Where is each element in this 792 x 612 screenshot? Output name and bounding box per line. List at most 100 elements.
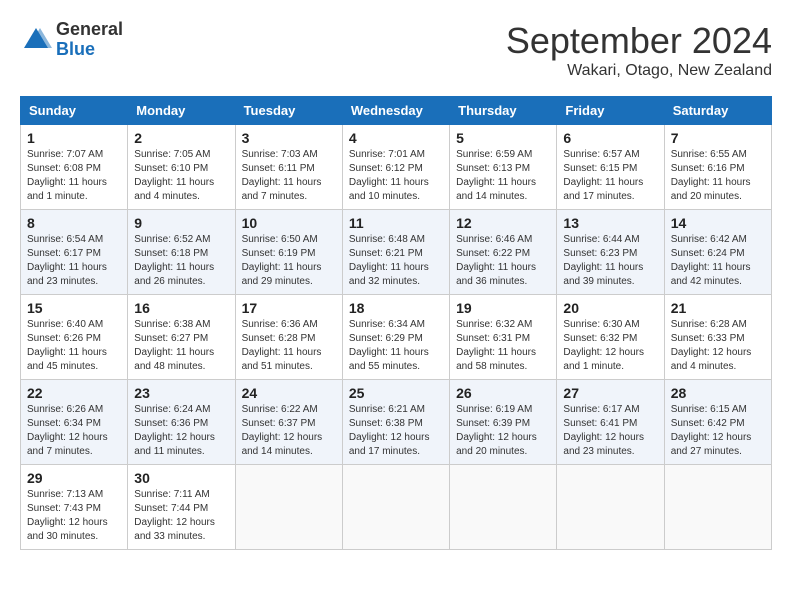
day-info: Sunrise: 7:05 AM Sunset: 6:10 PM Dayligh… [134,148,228,204]
calendar-week-row: 22 Sunrise: 6:26 AM Sunset: 6:34 PM Dayli… [21,380,772,465]
location-title: Wakari, Otago, New Zealand [506,62,772,80]
calendar-cell: 18 Sunrise: 6:34 AM Sunset: 6:29 PM Dayli… [342,295,449,380]
day-info: Sunrise: 6:54 AM Sunset: 6:17 PM Dayligh… [27,233,121,289]
calendar-cell: 30Sunrise: 7:11 AM Sunset: 7:44 PM Dayli… [128,465,235,550]
calendar-cell: 15 Sunrise: 6:40 AM Sunset: 6:26 PM Dayli… [21,295,128,380]
calendar-cell [557,465,664,550]
calendar-cell [450,465,557,550]
day-number: 7 [671,130,765,146]
logo-general-text: General [56,20,123,40]
logo: General Blue [20,20,123,60]
calendar-table: SundayMondayTuesdayWednesdayThursdayFrid… [20,96,772,550]
day-number: 20 [563,300,657,316]
calendar-cell: 21 Sunrise: 6:28 AM Sunset: 6:33 PM Dayli… [664,295,771,380]
calendar-week-row: 29 Sunrise: 7:13 AM Sunset: 7:43 PM Dayli… [21,465,772,550]
calendar-cell: 8 Sunrise: 6:54 AM Sunset: 6:17 PM Daylig… [21,210,128,295]
day-info: Sunrise: 6:59 AM Sunset: 6:13 PM Dayligh… [456,148,550,204]
weekday-header-thursday: Thursday [450,97,557,125]
calendar-cell [235,465,342,550]
day-info: Sunrise: 7:03 AM Sunset: 6:11 PM Dayligh… [242,148,336,204]
day-info: Sunrise: 6:40 AM Sunset: 6:26 PM Dayligh… [27,318,121,374]
calendar-week-row: 1Sunrise: 7:07 AM Sunset: 6:08 PM Daylig… [21,125,772,210]
day-info: Sunrise: 6:46 AM Sunset: 6:22 PM Dayligh… [456,233,550,289]
day-info: Sunrise: 7:13 AM Sunset: 7:43 PM Dayligh… [27,488,121,544]
logo-blue-text: Blue [56,40,123,60]
calendar-cell: 12Sunrise: 6:46 AM Sunset: 6:22 PM Dayli… [450,210,557,295]
day-number: 15 [27,300,121,316]
calendar-cell: 28 Sunrise: 6:15 AM Sunset: 6:42 PM Dayli… [664,380,771,465]
day-number: 8 [27,215,121,231]
calendar-cell [342,465,449,550]
calendar-week-row: 8 Sunrise: 6:54 AM Sunset: 6:17 PM Daylig… [21,210,772,295]
day-number: 16 [134,300,228,316]
day-number: 18 [349,300,443,316]
calendar-cell: 11 Sunrise: 6:48 AM Sunset: 6:21 PM Dayli… [342,210,449,295]
day-number: 30 [134,470,228,486]
day-info: Sunrise: 6:24 AM Sunset: 6:36 PM Dayligh… [134,403,228,459]
calendar-cell: 19Sunrise: 6:32 AM Sunset: 6:31 PM Dayli… [450,295,557,380]
day-number: 26 [456,385,550,401]
day-number: 23 [134,385,228,401]
day-info: Sunrise: 6:28 AM Sunset: 6:33 PM Dayligh… [671,318,765,374]
calendar-cell [664,465,771,550]
calendar-cell: 26 Sunrise: 6:19 AM Sunset: 6:39 PM Dayli… [450,380,557,465]
day-number: 29 [27,470,121,486]
calendar-cell: 2 Sunrise: 7:05 AM Sunset: 6:10 PM Daylig… [128,125,235,210]
weekday-header-monday: Monday [128,97,235,125]
day-number: 10 [242,215,336,231]
title-block: September 2024 Wakari, Otago, New Zealan… [506,20,772,80]
day-info: Sunrise: 6:52 AM Sunset: 6:18 PM Dayligh… [134,233,228,289]
weekday-header-tuesday: Tuesday [235,97,342,125]
day-number: 11 [349,215,443,231]
day-info: Sunrise: 6:34 AM Sunset: 6:29 PM Dayligh… [349,318,443,374]
day-info: Sunrise: 7:01 AM Sunset: 6:12 PM Dayligh… [349,148,443,204]
calendar-cell: 27 Sunrise: 6:17 AM Sunset: 6:41 PM Dayli… [557,380,664,465]
day-number: 27 [563,385,657,401]
calendar-cell: 5 Sunrise: 6:59 AM Sunset: 6:13 PM Daylig… [450,125,557,210]
day-info: Sunrise: 6:30 AM Sunset: 6:32 PM Dayligh… [563,318,657,374]
weekday-header-sunday: Sunday [21,97,128,125]
day-info: Sunrise: 6:36 AM Sunset: 6:28 PM Dayligh… [242,318,336,374]
day-number: 25 [349,385,443,401]
day-info: Sunrise: 6:57 AM Sunset: 6:15 PM Dayligh… [563,148,657,204]
day-info: Sunrise: 6:22 AM Sunset: 6:37 PM Dayligh… [242,403,336,459]
calendar-week-row: 15 Sunrise: 6:40 AM Sunset: 6:26 PM Dayli… [21,295,772,380]
day-info: Sunrise: 6:17 AM Sunset: 6:41 PM Dayligh… [563,403,657,459]
calendar-cell: 25 Sunrise: 6:21 AM Sunset: 6:38 PM Dayli… [342,380,449,465]
day-info: Sunrise: 6:42 AM Sunset: 6:24 PM Dayligh… [671,233,765,289]
weekday-header-saturday: Saturday [664,97,771,125]
calendar-cell: 16Sunrise: 6:38 AM Sunset: 6:27 PM Dayli… [128,295,235,380]
page-header: General Blue September 2024 Wakari, Otag… [20,20,772,80]
calendar-cell: 17 Sunrise: 6:36 AM Sunset: 6:28 PM Dayli… [235,295,342,380]
day-info: Sunrise: 6:32 AM Sunset: 6:31 PM Dayligh… [456,318,550,374]
day-number: 21 [671,300,765,316]
calendar-cell: 6Sunrise: 6:57 AM Sunset: 6:15 PM Daylig… [557,125,664,210]
calendar-cell: 29 Sunrise: 7:13 AM Sunset: 7:43 PM Dayli… [21,465,128,550]
calendar-cell: 20 Sunrise: 6:30 AM Sunset: 6:32 PM Dayli… [557,295,664,380]
day-info: Sunrise: 6:55 AM Sunset: 6:16 PM Dayligh… [671,148,765,204]
weekday-header-wednesday: Wednesday [342,97,449,125]
calendar-cell: 4Sunrise: 7:01 AM Sunset: 6:12 PM Daylig… [342,125,449,210]
day-number: 17 [242,300,336,316]
day-info: Sunrise: 6:15 AM Sunset: 6:42 PM Dayligh… [671,403,765,459]
day-info: Sunrise: 6:48 AM Sunset: 6:21 PM Dayligh… [349,233,443,289]
day-info: Sunrise: 6:21 AM Sunset: 6:38 PM Dayligh… [349,403,443,459]
calendar-cell: 10 Sunrise: 6:50 AM Sunset: 6:19 PM Dayli… [235,210,342,295]
day-number: 5 [456,130,550,146]
day-number: 2 [134,130,228,146]
day-info: Sunrise: 6:50 AM Sunset: 6:19 PM Dayligh… [242,233,336,289]
day-info: Sunrise: 6:44 AM Sunset: 6:23 PM Dayligh… [563,233,657,289]
day-number: 24 [242,385,336,401]
day-number: 3 [242,130,336,146]
day-info: Sunrise: 6:19 AM Sunset: 6:39 PM Dayligh… [456,403,550,459]
day-info: Sunrise: 6:26 AM Sunset: 6:34 PM Dayligh… [27,403,121,459]
calendar-cell: 7 Sunrise: 6:55 AM Sunset: 6:16 PM Daylig… [664,125,771,210]
day-number: 28 [671,385,765,401]
calendar-cell: 13Sunrise: 6:44 AM Sunset: 6:23 PM Dayli… [557,210,664,295]
day-number: 1 [27,130,121,146]
day-number: 22 [27,385,121,401]
calendar-cell: 22 Sunrise: 6:26 AM Sunset: 6:34 PM Dayli… [21,380,128,465]
calendar-cell: 24 Sunrise: 6:22 AM Sunset: 6:37 PM Dayli… [235,380,342,465]
calendar-cell: 23 Sunrise: 6:24 AM Sunset: 6:36 PM Dayli… [128,380,235,465]
calendar-cell: 1Sunrise: 7:07 AM Sunset: 6:08 PM Daylig… [21,125,128,210]
